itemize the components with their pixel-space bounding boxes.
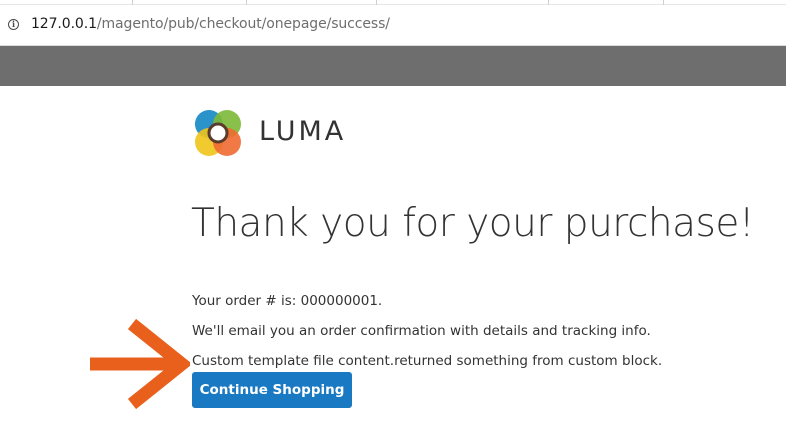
logo-text[interactable]: LUMA bbox=[259, 116, 346, 147]
browser-address-bar[interactable]: i 127.0.0.1/magento/pub/checkout/onepage… bbox=[0, 0, 786, 46]
tab-divider bbox=[132, 0, 133, 5]
url-text[interactable]: 127.0.0.1/magento/pub/checkout/onepage/s… bbox=[31, 16, 390, 32]
tab-divider bbox=[548, 0, 549, 5]
arrow-right-icon bbox=[90, 318, 190, 410]
url-path: /magento/pub/checkout/onepage/success/ bbox=[96, 16, 390, 32]
store-header-bar bbox=[0, 46, 786, 86]
tab-strip-edge bbox=[0, 0, 786, 5]
email-confirmation-text: We'll email you an order confirmation wi… bbox=[192, 323, 651, 339]
tab-divider bbox=[246, 0, 247, 5]
url-host: 127.0.0.1 bbox=[31, 16, 97, 32]
tab-divider bbox=[663, 0, 664, 5]
page-title: Thank you for your purchase! bbox=[191, 201, 754, 246]
tab-divider bbox=[376, 0, 377, 5]
order-number-text: Your order # is: 000000001. bbox=[192, 293, 383, 309]
luma-logo-icon[interactable] bbox=[192, 107, 244, 159]
custom-block-text: Custom template file content.returned so… bbox=[192, 353, 663, 369]
continue-shopping-button[interactable]: Continue Shopping bbox=[192, 372, 352, 408]
info-icon[interactable]: i bbox=[8, 19, 19, 30]
